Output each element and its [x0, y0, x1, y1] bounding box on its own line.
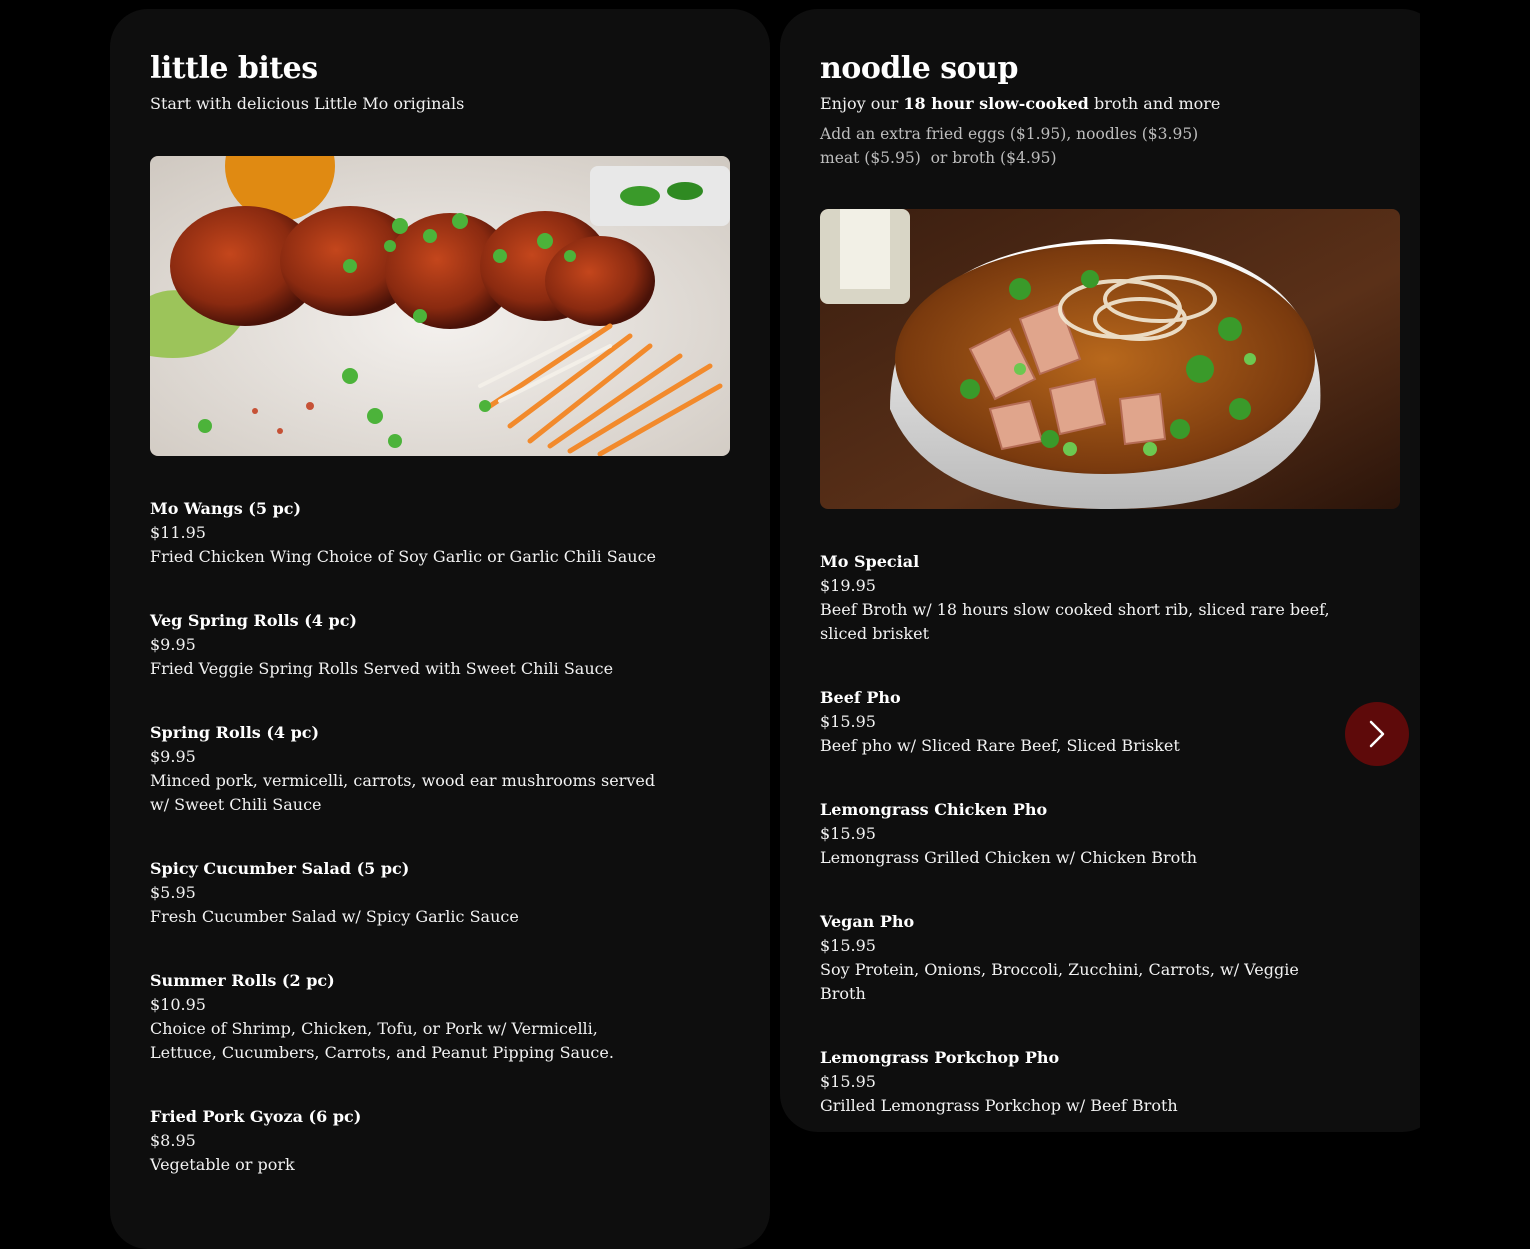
section-subtitle: Enjoy our 18 hour slow-cooked broth and …	[820, 94, 1220, 113]
menu-item: Fried Pork Gyoza (6 pc) $8.95 Vegetable …	[150, 1105, 690, 1177]
menu-item: Lemongrass Chicken Pho $15.95 Lemongrass…	[820, 798, 1360, 870]
item-description: Fresh Cucumber Salad w/ Spicy Garlic Sau…	[150, 907, 519, 926]
item-description: Choice of Shrimp, Chicken, Tofu, or Pork…	[150, 1019, 614, 1062]
item-price: $19.95	[820, 576, 876, 595]
carousel-next-button[interactable]	[1345, 702, 1409, 766]
item-price: $15.95	[820, 936, 876, 955]
item-price: $15.95	[820, 712, 876, 731]
item-price: $15.95	[820, 824, 876, 843]
menu-item: Summer Rolls (2 pc) $10.95 Choice of Shr…	[150, 969, 690, 1065]
item-description: Fried Chicken Wing Choice of Soy Garlic …	[150, 547, 657, 566]
pho-bowl-photo	[820, 209, 1400, 509]
menu-item: Veg Spring Rolls (4 pc) $9.95 Fried Vegg…	[150, 609, 690, 681]
section-title: noodle soup	[820, 51, 1018, 86]
item-description: Beef Broth w/ 18 hours slow cooked short…	[820, 600, 1330, 643]
subtitle-text: Enjoy our	[820, 94, 904, 113]
item-description: Vegetable or pork	[150, 1155, 295, 1174]
menu-item: Spring Rolls (4 pc) $9.95 Minced pork, v…	[150, 721, 690, 817]
item-price: $5.95	[150, 883, 196, 902]
item-description: Grilled Lemongrass Porkchop w/ Beef Brot…	[820, 1096, 1178, 1115]
item-name: Spring Rolls (4 pc)	[150, 723, 320, 742]
item-description: Soy Protein, Onions, Broccoli, Zucchini,…	[820, 960, 1299, 1003]
item-price: $11.95	[150, 523, 206, 542]
item-name: Lemongrass Chicken Pho	[820, 800, 1048, 819]
item-name: Mo Wangs (5 pc)	[150, 499, 302, 518]
menu-item: Beef Pho $15.95 Beef pho w/ Sliced Rare …	[820, 686, 1360, 758]
item-price: $10.95	[150, 995, 206, 1014]
menu-item: Mo Wangs (5 pc) $11.95 Fried Chicken Win…	[150, 497, 690, 569]
item-name: Lemongrass Porkchop Pho	[820, 1048, 1060, 1067]
menu-item: Spicy Cucumber Salad (5 pc) $5.95 Fresh …	[150, 857, 690, 929]
subtitle-text-end: broth and more	[1088, 94, 1221, 113]
item-name: Veg Spring Rolls (4 pc)	[150, 611, 357, 630]
note-line: Add an extra fried eggs ($1.95), noodles…	[820, 125, 1199, 143]
item-description: Lemongrass Grilled Chicken w/ Chicken Br…	[820, 848, 1198, 867]
item-description: Fried Veggie Spring Rolls Served with Sw…	[150, 659, 614, 678]
menu-item: Lemongrass Porkchop Pho $15.95 Grilled L…	[820, 1046, 1360, 1118]
item-price: $9.95	[150, 635, 196, 654]
item-price: $9.95	[150, 747, 196, 766]
menu-items-list: Mo Wangs (5 pc) $11.95 Fried Chicken Win…	[150, 497, 690, 1217]
item-price: $15.95	[820, 1072, 876, 1091]
section-title: little bites	[150, 51, 318, 86]
chevron-right-icon	[1369, 720, 1385, 748]
section-subtitle: Start with delicious Little Mo originals	[150, 94, 465, 113]
menu-item: Mo Special $19.95 Beef Broth w/ 18 hours…	[820, 550, 1360, 646]
chicken-wings-photo	[150, 156, 730, 456]
item-name: Spicy Cucumber Salad (5 pc)	[150, 859, 410, 878]
item-name: Vegan Pho	[820, 912, 915, 931]
section-note: Add an extra fried eggs ($1.95), noodles…	[820, 122, 1198, 170]
item-description: Beef pho w/ Sliced Rare Beef, Sliced Bri…	[820, 736, 1180, 755]
item-name: Mo Special	[820, 552, 920, 571]
subtitle-emphasis: 18 hour slow-cooked	[903, 94, 1089, 113]
item-description: Minced pork, vermicelli, carrots, wood e…	[150, 771, 656, 814]
item-name: Fried Pork Gyoza (6 pc)	[150, 1107, 362, 1126]
item-price: $8.95	[150, 1131, 196, 1150]
item-name: Summer Rolls (2 pc)	[150, 971, 335, 990]
menu-items-list: Mo Special $19.95 Beef Broth w/ 18 hours…	[820, 550, 1360, 1158]
note-line: meat ($5.95) or broth ($4.95)	[820, 149, 1057, 167]
menu-item: Vegan Pho $15.95 Soy Protein, Onions, Br…	[820, 910, 1360, 1006]
carousel-clip-edge	[1420, 0, 1530, 1194]
item-name: Beef Pho	[820, 688, 901, 707]
menu-card-noodle-soup: noodle soup Enjoy our 18 hour slow-cooke…	[780, 9, 1440, 1132]
menu-card-little-bites: little bites Start with delicious Little…	[110, 9, 770, 1249]
